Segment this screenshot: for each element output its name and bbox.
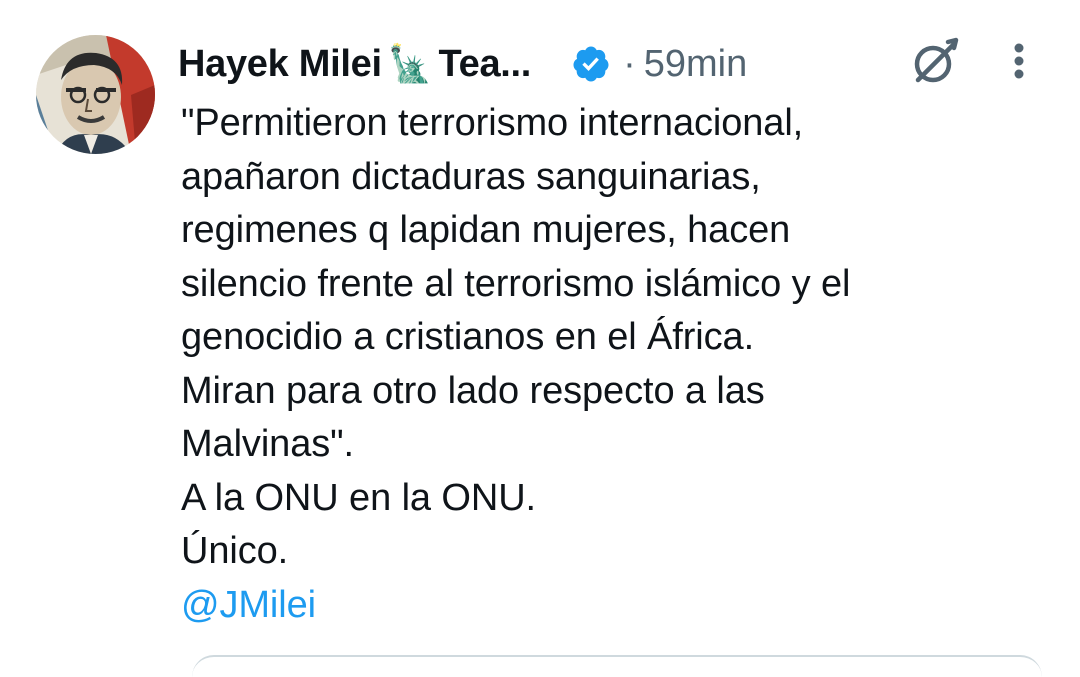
more-options-icon[interactable] <box>1004 40 1034 86</box>
tweet-text-line: "Permitieron terrorismo internacional, <box>181 102 804 144</box>
avatar-portrait-icon <box>36 35 155 154</box>
tweet-text-line: apañaron dictaduras sanguinarias, <box>181 155 761 198</box>
tweet-text-line: Malvinas". <box>181 423 354 465</box>
avatar[interactable] <box>36 35 155 154</box>
separator-dot: · <box>623 42 636 85</box>
verified-badge-icon[interactable] <box>571 44 611 84</box>
tweet-text-line: regimenes q lapidan mujeres, hacen <box>181 209 791 251</box>
grok-icon[interactable] <box>908 36 962 90</box>
tweet-text-line: Miran para otro lado respecto a las <box>181 369 765 412</box>
tweet-text: "Permitieron terrorismo internacional, a… <box>181 97 1061 632</box>
tweet[interactable]: Hayek Milei 🗽 Tea... · 59min "Permitiero… <box>0 0 1080 663</box>
mention-link[interactable]: @JMilei <box>181 579 1061 633</box>
author-name-truncated[interactable]: Tea... <box>439 43 532 86</box>
statue-of-liberty-icon: 🗽 <box>387 43 433 84</box>
tweet-text-line: genocidio a cristianos en el África. <box>181 316 755 358</box>
quoted-card-edge[interactable] <box>192 655 1042 677</box>
timestamp[interactable]: 59min <box>644 43 748 86</box>
tweet-text-line: Único. <box>181 530 289 572</box>
author-name[interactable]: Hayek Milei <box>178 43 382 86</box>
tweet-text-line: silencio frente al terrorismo islámico y… <box>181 262 851 305</box>
tweet-text-line: A la ONU en la ONU. <box>181 476 536 519</box>
